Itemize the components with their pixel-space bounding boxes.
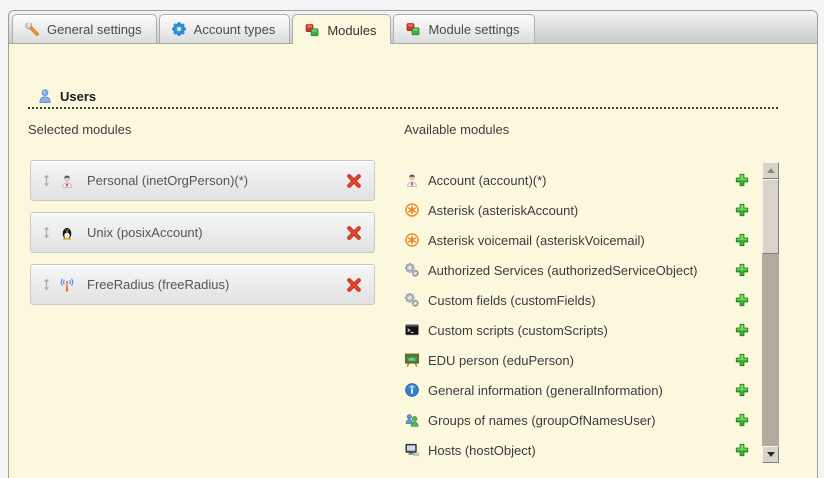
drag-handle-icon[interactable] bbox=[42, 173, 51, 188]
module-label: Account (account)(*) bbox=[428, 173, 733, 188]
info-icon bbox=[404, 382, 420, 398]
module-label: Groups of names (groupOfNamesUser) bbox=[428, 413, 733, 428]
available-module-row: Groups of names (groupOfNamesUser) bbox=[404, 405, 750, 435]
add-plus-icon bbox=[734, 322, 750, 338]
tab-modules[interactable]: Modules bbox=[292, 14, 391, 44]
person-icon bbox=[404, 172, 420, 188]
module-label: General information (generalInformation) bbox=[428, 383, 733, 398]
modules-tab-content: Users Selected modules Available modules… bbox=[9, 44, 817, 478]
asterisk-icon bbox=[404, 202, 420, 218]
section-header-users: Users bbox=[28, 88, 778, 109]
tab-bar: General settings Account types Modules Modu… bbox=[9, 11, 817, 44]
host-icon bbox=[404, 442, 420, 458]
drag-handle-icon[interactable] bbox=[42, 277, 51, 292]
add-plus-icon bbox=[734, 352, 750, 368]
asterisk-icon bbox=[404, 232, 420, 248]
gear-icon bbox=[171, 21, 187, 37]
add-module-button[interactable] bbox=[733, 412, 750, 429]
available-modules-header: Available modules bbox=[404, 122, 509, 137]
module-label: Personal (inetOrgPerson)(*) bbox=[87, 173, 345, 188]
module-label: Unix (posixAccount) bbox=[87, 225, 345, 240]
antenna-icon bbox=[59, 277, 75, 293]
chalkboard-icon: abc bbox=[404, 352, 420, 368]
add-plus-icon bbox=[734, 172, 750, 188]
person-icon bbox=[59, 173, 75, 189]
selected-module-row[interactable]: Unix (posixAccount) bbox=[30, 212, 375, 253]
module-label: Custom scripts (customScripts) bbox=[428, 323, 733, 338]
add-plus-icon bbox=[734, 232, 750, 248]
settings-window: General settings Account types Modules Modu… bbox=[8, 10, 818, 478]
add-module-button[interactable] bbox=[733, 292, 750, 309]
add-module-button[interactable] bbox=[733, 232, 750, 249]
add-module-button[interactable] bbox=[733, 442, 750, 459]
add-plus-icon bbox=[734, 442, 750, 458]
section-title-label: Users bbox=[60, 89, 96, 104]
gears-icon bbox=[404, 262, 420, 278]
module-label: Hosts (hostObject) bbox=[428, 443, 733, 458]
add-plus-icon bbox=[734, 262, 750, 278]
add-plus-icon bbox=[734, 202, 750, 218]
tux-icon bbox=[59, 225, 75, 241]
available-module-row: Hosts (hostObject) bbox=[404, 435, 750, 465]
group-icon bbox=[404, 412, 420, 428]
selected-module-row[interactable]: FreeRadius (freeRadius) bbox=[30, 264, 375, 305]
add-module-button[interactable] bbox=[733, 382, 750, 399]
scrollbar-down-button[interactable] bbox=[762, 446, 779, 463]
remove-module-button[interactable] bbox=[345, 172, 362, 189]
down-arrow-icon bbox=[767, 452, 775, 457]
user-icon bbox=[37, 88, 53, 104]
available-modules-list: Account (account)(*) Asterisk (asteriskAc… bbox=[404, 165, 750, 465]
available-module-row: Custom scripts (customScripts) bbox=[404, 315, 750, 345]
add-module-button[interactable] bbox=[733, 262, 750, 279]
add-module-button[interactable] bbox=[733, 352, 750, 369]
available-module-row: General information (generalInformation) bbox=[404, 375, 750, 405]
modules-icon bbox=[304, 22, 320, 38]
selected-modules-list: Personal (inetOrgPerson)(*) Unix (posixAc… bbox=[30, 160, 375, 316]
module-label: FreeRadius (freeRadius) bbox=[87, 277, 345, 292]
delete-icon bbox=[346, 277, 362, 293]
available-module-row: abc EDU person (eduPerson) bbox=[404, 345, 750, 375]
add-module-button[interactable] bbox=[733, 202, 750, 219]
available-module-row: Asterisk voicemail (asteriskVoicemail) bbox=[404, 225, 750, 255]
up-arrow-icon bbox=[767, 168, 775, 173]
terminal-icon bbox=[404, 322, 420, 338]
modules-icon bbox=[405, 21, 421, 37]
delete-icon bbox=[346, 173, 362, 189]
module-label: Asterisk voicemail (asteriskVoicemail) bbox=[428, 233, 733, 248]
module-label: Authorized Services (authorizedServiceOb… bbox=[428, 263, 733, 278]
delete-icon bbox=[346, 225, 362, 241]
tab-general-settings[interactable]: General settings bbox=[12, 14, 157, 43]
available-module-row: Authorized Services (authorizedServiceOb… bbox=[404, 255, 750, 285]
tab-label: Module settings bbox=[428, 22, 519, 37]
add-plus-icon bbox=[734, 382, 750, 398]
module-label: EDU person (eduPerson) bbox=[428, 353, 733, 368]
scrollbar-thumb[interactable] bbox=[762, 179, 779, 254]
drag-handle-icon[interactable] bbox=[42, 225, 51, 240]
module-label: Asterisk (asteriskAccount) bbox=[428, 203, 733, 218]
selected-modules-header: Selected modules bbox=[28, 122, 131, 137]
module-label: Custom fields (customFields) bbox=[428, 293, 733, 308]
wrench-icon bbox=[24, 21, 40, 37]
add-plus-icon bbox=[734, 292, 750, 308]
add-plus-icon bbox=[734, 412, 750, 428]
remove-module-button[interactable] bbox=[345, 276, 362, 293]
available-module-row: Custom fields (customFields) bbox=[404, 285, 750, 315]
add-module-button[interactable] bbox=[733, 322, 750, 339]
add-module-button[interactable] bbox=[733, 172, 750, 189]
tab-module-settings[interactable]: Module settings bbox=[393, 14, 534, 43]
remove-module-button[interactable] bbox=[345, 224, 362, 241]
svg-text:abc: abc bbox=[408, 356, 416, 361]
scrollbar-up-button[interactable] bbox=[762, 162, 779, 179]
available-module-row: Account (account)(*) bbox=[404, 165, 750, 195]
available-module-row: Asterisk (asteriskAccount) bbox=[404, 195, 750, 225]
selected-module-row[interactable]: Personal (inetOrgPerson)(*) bbox=[30, 160, 375, 201]
tab-label: Account types bbox=[194, 22, 276, 37]
gears-icon bbox=[404, 292, 420, 308]
tab-label: Modules bbox=[327, 23, 376, 38]
tab-account-types[interactable]: Account types bbox=[159, 14, 291, 43]
tab-label: General settings bbox=[47, 22, 142, 37]
available-modules-scrollbar[interactable] bbox=[762, 162, 779, 463]
